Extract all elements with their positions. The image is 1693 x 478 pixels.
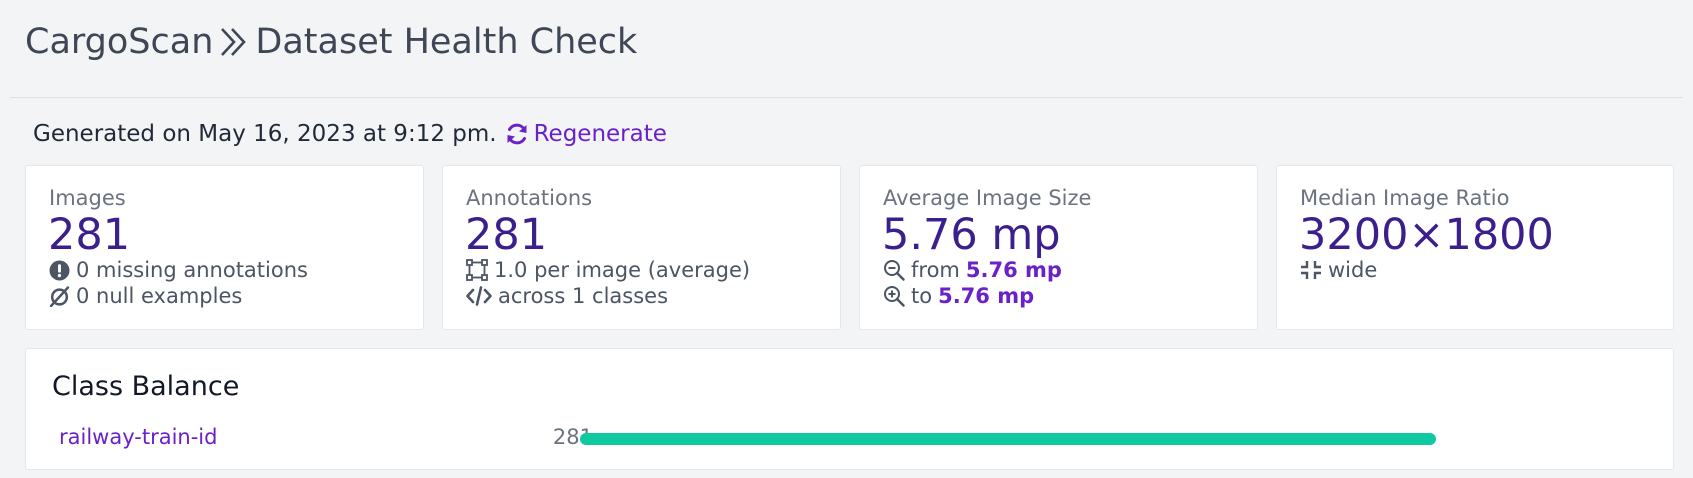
class-balance-bar (580, 433, 1436, 445)
class-balance-bar-track (580, 433, 1436, 445)
class-balance-title: Class Balance (52, 371, 240, 402)
ratio-shape-text: wide (1328, 258, 1378, 282)
per-image-row: 1.0 per image (average) (466, 258, 750, 282)
annotations-label: Annotations (466, 186, 593, 210)
annotations-card: Annotations 281 1.0 per image (average) … (442, 165, 841, 330)
zoom-in-icon (884, 286, 905, 307)
classes-text: across 1 classes (498, 284, 669, 308)
class-balance-panel: Class Balance railway-train-id 281 (25, 348, 1674, 470)
size-to-row: to 5.76 mp (883, 284, 1034, 308)
per-image-text: 1.0 per image (average) (494, 258, 751, 282)
average-image-size-label: Average Image Size (883, 186, 1092, 210)
median-image-ratio-label: Median Image Ratio (1300, 186, 1510, 210)
compress-icon (1301, 261, 1321, 279)
page-title: Dataset Health Check (255, 22, 638, 62)
generated-text: Generated on May 16, 2023 at 9:12 pm. (33, 121, 497, 147)
refresh-icon (507, 123, 527, 145)
median-image-ratio-value: 3200×1800 (1299, 210, 1554, 260)
missing-annotations-text: 0 missing annotations (76, 258, 308, 282)
size-to-label: to (911, 284, 933, 308)
median-image-ratio-card: Median Image Ratio 3200×1800 wide (1276, 165, 1674, 330)
exclamation-circle-icon (49, 260, 70, 280)
empty-set-icon (49, 285, 70, 307)
dataset-health-page: CargoScan Dataset Health Check Generated… (0, 0, 1693, 478)
images-card: Images 281 0 missing annotations 0 null … (25, 165, 424, 330)
average-image-size-value: 5.76 mp (882, 210, 1061, 260)
null-examples-text: 0 null examples (76, 284, 243, 308)
missing-annotations-row: 0 missing annotations (49, 258, 308, 282)
average-image-size-card: Average Image Size 5.76 mp from 5.76 mp … (859, 165, 1258, 330)
annotations-value: 281 (465, 210, 548, 260)
size-to-value: 5.76 mp (938, 284, 1035, 308)
double-chevron-right-icon (219, 26, 249, 58)
regenerate-link[interactable]: Regenerate (505, 121, 667, 147)
generated-info: Generated on May 16, 2023 at 9:12 pm. Re… (33, 121, 667, 147)
ratio-shape-row: wide (1300, 258, 1377, 282)
size-from-label: from (911, 258, 960, 282)
classes-row: across 1 classes (466, 284, 668, 308)
null-examples-row: 0 null examples (49, 284, 242, 308)
images-value: 281 (48, 210, 131, 260)
page-header: CargoScan Dataset Health Check (10, 0, 1683, 98)
breadcrumb: CargoScan Dataset Health Check (25, 22, 637, 62)
code-icon (466, 286, 492, 306)
size-from-row: from 5.76 mp (883, 258, 1062, 282)
size-from-value: 5.76 mp (965, 258, 1062, 282)
bounding-box-icon (466, 259, 488, 281)
breadcrumb-project[interactable]: CargoScan (25, 22, 213, 62)
class-name-link[interactable]: railway-train-id (59, 425, 217, 449)
images-label: Images (49, 186, 126, 210)
regenerate-label: Regenerate (533, 121, 667, 147)
zoom-out-icon (884, 260, 905, 281)
